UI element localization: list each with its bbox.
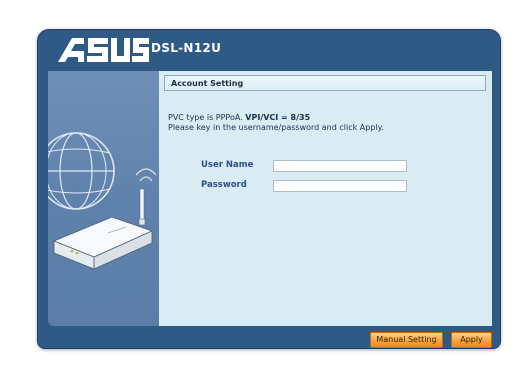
router-globe-illustration — [48, 132, 157, 270]
section-title: Account Setting — [164, 75, 486, 91]
model-name: DSL-N12U — [151, 41, 222, 55]
username-label: User Name — [201, 160, 254, 170]
router-icon — [52, 216, 154, 270]
content-panel — [159, 71, 492, 326]
instruction-text: Please key in the username/password and … — [168, 123, 384, 132]
illustration-panel — [48, 71, 159, 326]
globe-icon — [48, 132, 115, 210]
password-label: Password — [201, 180, 247, 190]
manual-setting-button[interactable]: Manual Setting — [370, 332, 443, 348]
username-input[interactable] — [273, 160, 407, 172]
password-input[interactable] — [273, 180, 407, 192]
apply-button[interactable]: Apply — [451, 332, 492, 348]
pvc-type-text: PVC type is PPPoA. — [168, 113, 246, 122]
info-message: PVC type is PPPoA. VPI/VCI = 8/35 Please… — [168, 113, 488, 133]
vpi-vci-text: VPI/VCI = 8/35 — [245, 113, 311, 122]
asus-logo-graphic — [58, 38, 149, 62]
pvc-info-line: PVC type is PPPoA. VPI/VCI = 8/35 — [168, 113, 488, 123]
asus-logo — [56, 35, 150, 65]
wifi-signal-icon — [135, 168, 157, 182]
antenna-icon — [138, 188, 146, 226]
